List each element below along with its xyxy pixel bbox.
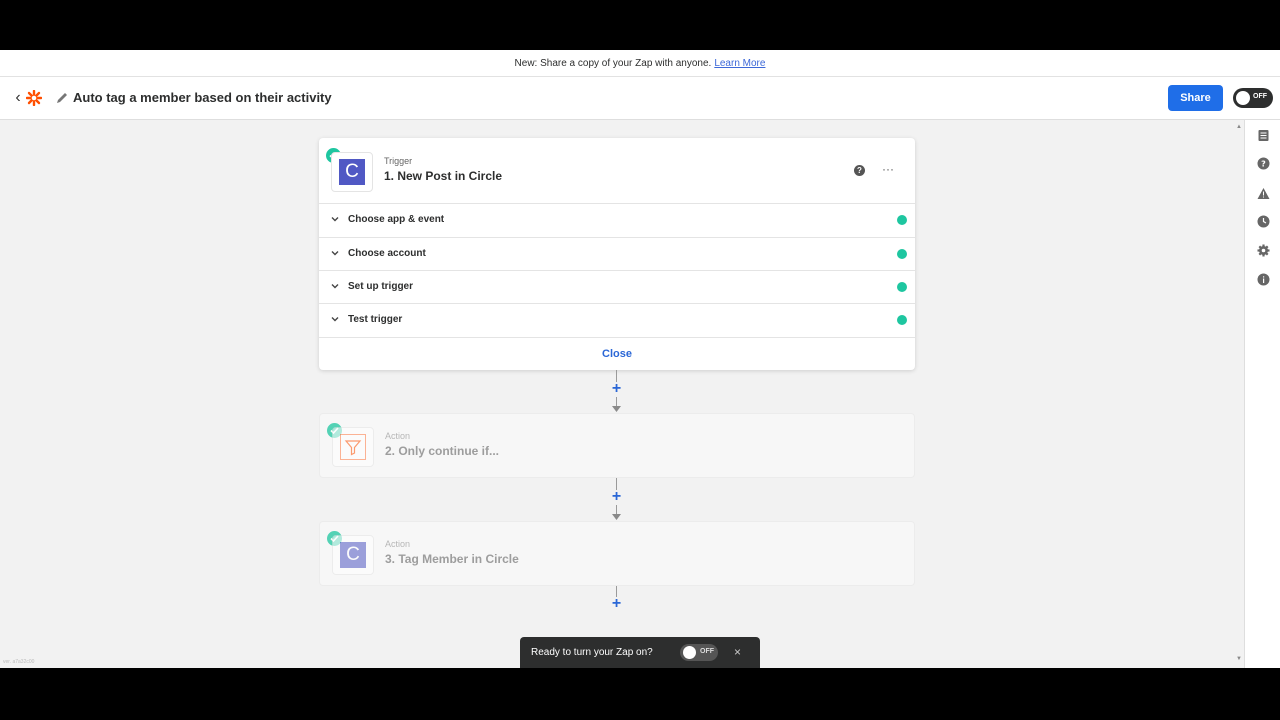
filter-app-icon xyxy=(332,427,374,467)
zap-title[interactable]: Auto tag a member based on their activit… xyxy=(73,90,332,105)
step-title: 2. Only continue if... xyxy=(385,444,500,458)
more-options-icon[interactable]: ··· xyxy=(882,162,894,176)
help-icon[interactable]: ? xyxy=(1257,157,1270,170)
settings-icon[interactable] xyxy=(1257,244,1270,257)
section-label: Set up trigger xyxy=(348,281,414,292)
section-set-up-trigger[interactable]: Set up trigger xyxy=(319,270,915,303)
chevron-down-icon xyxy=(331,284,339,289)
toggle-knob xyxy=(1236,91,1250,105)
section-complete-icon xyxy=(897,215,907,225)
connector-line xyxy=(616,397,617,406)
chevron-down-icon xyxy=(331,251,339,256)
info-icon[interactable] xyxy=(1257,273,1270,286)
section-complete-icon xyxy=(897,315,907,325)
section-label: Test trigger xyxy=(348,314,403,325)
svg-text:?: ? xyxy=(1261,160,1266,169)
filter-funnel-icon xyxy=(340,434,366,460)
banner-text: New: Share a copy of your Zap with anyon… xyxy=(514,57,712,69)
section-label: Choose app & event xyxy=(348,214,445,225)
close-step-button[interactable]: Close xyxy=(319,337,915,370)
turn-on-zap-toast: Ready to turn your Zap on? OFF × xyxy=(520,637,760,668)
add-step-plus-icon[interactable]: + xyxy=(609,489,624,505)
back-icon[interactable]: ‹ xyxy=(11,89,25,107)
circle-app-icon: C xyxy=(331,152,373,192)
edit-pencil-icon[interactable] xyxy=(55,91,69,105)
trigger-step-card: C Trigger 1. New Post in Circle ? ··· Ch… xyxy=(319,138,915,370)
section-label: Choose account xyxy=(348,248,426,259)
scroll-up-icon[interactable]: ▲ xyxy=(1236,124,1242,130)
warning-icon[interactable] xyxy=(1257,187,1270,200)
toast-on-off-toggle[interactable]: OFF xyxy=(680,644,718,661)
connector-arrow-icon xyxy=(612,514,621,520)
scroll-down-icon[interactable]: ▼ xyxy=(1236,656,1242,662)
circle-logo: C xyxy=(339,159,365,185)
toggle-label: OFF xyxy=(1253,93,1267,100)
step-title[interactable]: 1. New Post in Circle xyxy=(384,169,502,183)
connector-line xyxy=(616,505,617,514)
editor-header: ‹ Auto tag a member based on their activ… xyxy=(0,77,1280,120)
step-kind-label: Action xyxy=(385,539,411,549)
step-title: 3. Tag Member in Circle xyxy=(385,552,519,566)
toggle-label: OFF xyxy=(700,648,714,655)
version-label: ver. a7a32c00 xyxy=(3,659,35,665)
editor-frame: New: Share a copy of your Zap with anyon… xyxy=(0,50,1280,668)
section-complete-icon xyxy=(897,249,907,259)
help-icon[interactable]: ? xyxy=(854,165,865,176)
history-icon[interactable] xyxy=(1257,215,1270,228)
zapier-logo-icon[interactable] xyxy=(26,90,42,106)
tag-member-step-card[interactable]: C Action 3. Tag Member in Circle xyxy=(319,521,915,586)
zap-on-off-toggle[interactable]: OFF xyxy=(1233,88,1273,108)
share-button[interactable]: Share xyxy=(1168,85,1223,111)
add-step-plus-icon[interactable]: + xyxy=(609,381,624,397)
section-complete-icon xyxy=(897,282,907,292)
right-sidebar: ? xyxy=(1244,120,1280,668)
chevron-down-icon xyxy=(331,317,339,322)
section-choose-app-event[interactable]: Choose app & event xyxy=(319,203,915,236)
chevron-down-icon xyxy=(331,217,339,222)
section-choose-account[interactable]: Choose account xyxy=(319,237,915,270)
toast-message: Ready to turn your Zap on? xyxy=(531,647,653,658)
step-kind-label: Trigger xyxy=(384,156,413,166)
circle-logo: C xyxy=(340,542,366,568)
outline-icon[interactable] xyxy=(1257,129,1270,142)
toggle-knob xyxy=(683,646,696,659)
learn-more-link[interactable]: Learn More xyxy=(714,58,765,69)
section-test-trigger[interactable]: Test trigger xyxy=(319,303,915,336)
close-icon[interactable]: × xyxy=(734,645,741,659)
announcement-banner: New: Share a copy of your Zap with anyon… xyxy=(0,50,1280,77)
connector-arrow-icon xyxy=(612,406,621,412)
circle-app-icon: C xyxy=(332,535,374,575)
filter-step-card[interactable]: Action 2. Only continue if... xyxy=(319,413,915,478)
step-kind-label: Action xyxy=(385,431,411,441)
add-step-plus-icon[interactable]: + xyxy=(609,596,624,612)
